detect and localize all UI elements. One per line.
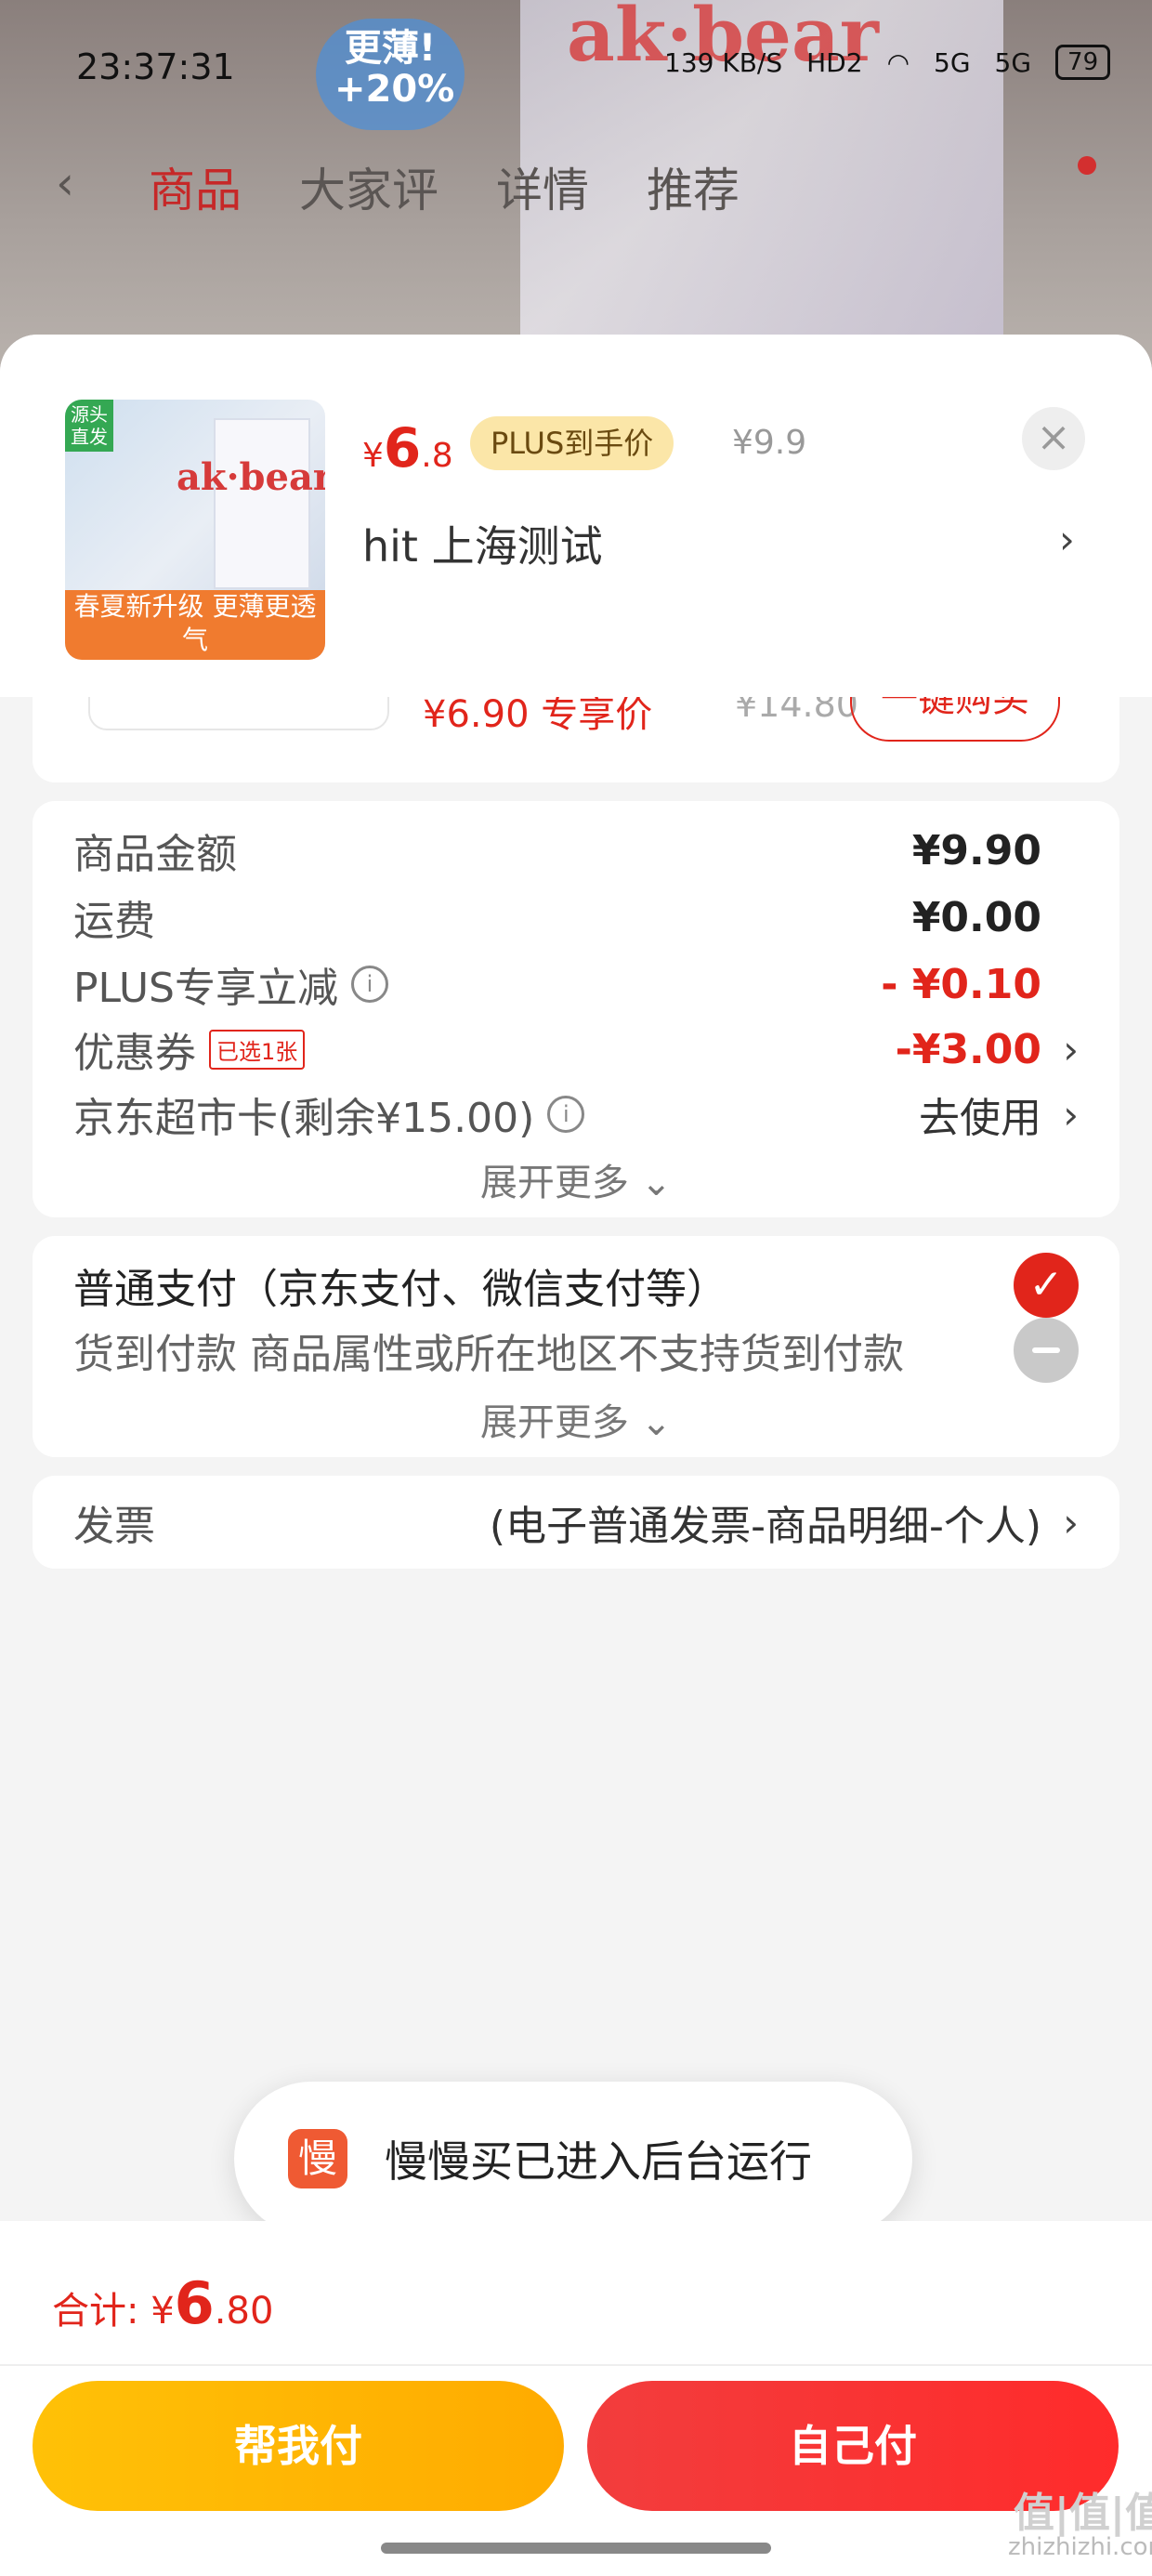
summary-value: - ¥0.10 [881, 960, 1041, 1008]
hd-icon: HD2 [806, 46, 863, 78]
plus-price: ¥6.8 [362, 416, 453, 480]
close-icon[interactable]: × [1022, 407, 1085, 470]
info-icon[interactable]: i [351, 966, 388, 1003]
payment-option-label: 普通支付（京东支付、微信支付等） [73, 1266, 727, 1313]
net-speed: 139 KB/S [664, 46, 783, 78]
background-badge-text: 更薄! +20% [334, 27, 455, 111]
coupon-selected-tag: 已选1张 [209, 1029, 306, 1070]
summary-row-plus-discount: PLUS专享立减 i - ¥0.10 [73, 952, 1079, 1017]
summary-row-coupon[interactable]: 优惠券 已选1张 -¥3.00 › [73, 1017, 1079, 1082]
chevron-right-icon[interactable]: › [1059, 517, 1075, 562]
chevron-right-icon[interactable]: › [1041, 1092, 1079, 1137]
summary-label-wrap: PLUS专享立减 i [73, 954, 881, 1014]
thumbnail-strip: 春夏新升级 更薄更透气 [65, 590, 325, 660]
watermark: 值|值|值zhizhizhi.com [1008, 2493, 1152, 2562]
divider [0, 2364, 1152, 2366]
exclusive-old-price: ¥14.80 [735, 697, 858, 725]
product-header: 源头直发 ak·bear 春夏新升级 更薄更透气 ¥6.8 PLUS到手价 ¥9… [0, 335, 1152, 697]
status-time: 23:37:31 [76, 46, 235, 87]
app-icon: 慢 [288, 2129, 347, 2188]
payment-option-normal[interactable]: 普通支付（京东支付、微信支付等） ✓ [73, 1253, 1079, 1318]
use-card-link[interactable]: 去使用 [919, 1084, 1041, 1144]
chevron-right-icon[interactable]: › [1041, 1500, 1079, 1545]
summary-value: -¥3.00 [895, 1025, 1041, 1073]
summary-value: ¥9.90 [911, 826, 1041, 874]
currency-symbol: ¥ [362, 437, 384, 475]
product-thumbnail[interactable]: 源头直发 ak·bear 春夏新升级 更薄更透气 [65, 400, 325, 660]
watermark-url: zhizhizhi.com [1008, 2533, 1152, 2561]
price-decimal: .8 [421, 437, 453, 475]
signal-icon-1: 5G [934, 46, 971, 78]
invoice-value: (电子普通发票-商品明细-个人) [489, 1503, 1041, 1550]
notification-dot [1078, 156, 1096, 175]
summary-label-wrap: 优惠券 已选1张 [73, 1019, 896, 1079]
chevron-right-icon[interactable]: › [1041, 1027, 1079, 1072]
summary-row-supermarket-card[interactable]: 京东超市卡(剩余¥15.00) i 去使用 › [73, 1082, 1079, 1147]
plus-price-tag: PLUS到手价 [470, 416, 674, 470]
product-package-image [214, 418, 310, 589]
signal-icon-2: 5G [994, 46, 1032, 78]
payment-option-cod: 货到付款 商品属性或所在地区不支持货到付款 [73, 1318, 1079, 1383]
product-tabs: 商品 大家评 详情 推荐 [65, 153, 740, 220]
exclusive-price: ¥6.90 专享价 [423, 697, 653, 736]
tab-details[interactable]: 详情 [496, 153, 589, 220]
battery-icon: 79 [1055, 45, 1111, 80]
partial-offer-row: ¥6.90 专享价 ¥14.80 一键购买 [33, 697, 1119, 782]
wifi-icon: ◠ [886, 46, 910, 78]
checkmark-icon[interactable]: ✓ [1014, 1253, 1079, 1318]
summary-row-goods: 商品金额 ¥9.90 [73, 818, 1079, 883]
background-run-toast: 慢 慢慢买已进入后台运行 [234, 2082, 912, 2236]
summary-label: PLUS专享立减 [73, 965, 338, 1012]
total-label: 合计: ¥ [52, 2290, 175, 2333]
store-name[interactable]: hit 上海测试 [362, 513, 603, 574]
toast-text: 慢慢买已进入后台运行 [385, 2136, 812, 2187]
thumbnail-brand: ak·bear [177, 455, 325, 499]
tab-reviews[interactable]: 大家评 [299, 153, 439, 220]
total-integer: 6 [174, 2269, 215, 2337]
payment-option-label: 货到付款 商品属性或所在地区不支持货到付款 [73, 1331, 904, 1378]
invoice-label: 发票 [73, 1503, 155, 1550]
summary-value: ¥0.00 [911, 893, 1041, 941]
summary-label: 京东超市卡(剩余¥15.00) [73, 1095, 535, 1142]
help-me-pay-button[interactable]: 帮我付 [33, 2381, 564, 2511]
total-amount: 合计: ¥6.80 [52, 2269, 273, 2337]
info-icon[interactable]: i [547, 1096, 585, 1133]
offer-pill [88, 697, 389, 730]
invoice-card[interactable]: 发票 (电子普通发票-商品明细-个人) › [33, 1476, 1119, 1569]
summary-row-shipping: 运费 ¥0.00 [73, 885, 1079, 950]
disabled-icon [1014, 1318, 1079, 1383]
watermark-logo: 值|值|值 [1013, 2490, 1152, 2537]
checkout-footer: 合计: ¥6.80 帮我付 自己付 值|值|值zhizhizhi.com [0, 2221, 1152, 2576]
total-decimal: .80 [214, 2290, 274, 2333]
invoice-row[interactable]: 发票 (电子普通发票-商品明细-个人) › [73, 1490, 1079, 1555]
tab-recommend[interactable]: 推荐 [647, 153, 740, 220]
price-summary-card: 商品金额 ¥9.90 运费 ¥0.00 PLUS专享立减 i - ¥0.10 优惠… [33, 801, 1119, 1217]
expand-more-link[interactable]: 展开更多 ⌄ [33, 1392, 1119, 1446]
summary-label: 运费 [73, 898, 155, 945]
summary-label: 优惠券 [73, 1030, 196, 1077]
one-click-buy-button[interactable]: 一键购买 [850, 697, 1060, 742]
payment-card: 普通支付（京东支付、微信支付等） ✓ 货到付款 商品属性或所在地区不支持货到付款… [33, 1236, 1119, 1457]
original-price: ¥9.9 [732, 424, 807, 462]
tab-goods[interactable]: 商品 [149, 153, 242, 220]
expand-more-link[interactable]: 展开更多 ⌄ [33, 1152, 1119, 1206]
summary-label: 商品金额 [73, 831, 237, 878]
source-direct-tag: 源头直发 [65, 400, 113, 452]
price-integer: 6 [383, 416, 422, 480]
status-icons: 139 KB/S HD2 ◠ 5G 5G 79 [664, 45, 1111, 80]
summary-label-wrap: 京东超市卡(剩余¥15.00) i [73, 1084, 919, 1144]
home-indicator[interactable] [381, 2543, 771, 2554]
